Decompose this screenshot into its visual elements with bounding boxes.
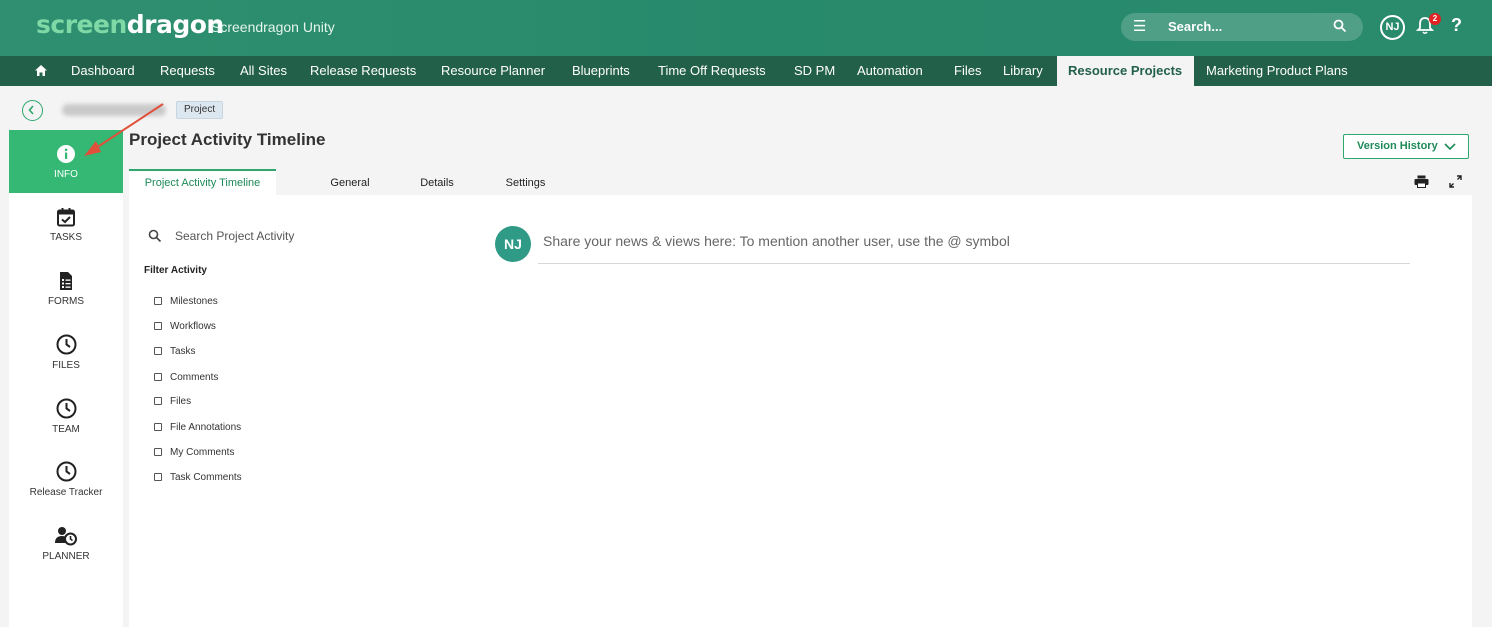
tab-bar: Project Activity Timeline General Detail… <box>129 169 1472 195</box>
nav-files[interactable]: Files <box>954 56 981 86</box>
sidebar-item-forms[interactable]: FORMS <box>9 271 123 307</box>
nav-dashboard[interactable]: Dashboard <box>71 56 135 86</box>
left-sidebar: INFO TASKS FORMS FILES TEAM Release Trac… <box>9 130 123 627</box>
share-news-input[interactable]: Share your news & views here: To mention… <box>538 228 1410 264</box>
help-icon[interactable]: ? <box>1451 15 1462 36</box>
version-history-button[interactable]: Version History <box>1343 134 1469 159</box>
breadcrumb-type-tag: Project <box>176 101 224 119</box>
sidebar-item-team[interactable]: TEAM <box>9 398 123 435</box>
nav-requests[interactable]: Requests <box>160 56 215 86</box>
sidebar-item-files[interactable]: FILES <box>9 334 123 371</box>
sidebar-item-release-tracker[interactable]: Release Tracker <box>9 461 123 498</box>
calendar-check-icon <box>57 208 75 227</box>
nav-automation[interactable]: Automation <box>857 56 923 86</box>
chevron-down-icon <box>1444 143 1456 151</box>
clock-icon <box>56 398 76 419</box>
nav-time-off-requests[interactable]: Time Off Requests <box>658 56 766 86</box>
screendragon-logo[interactable]: screendragon <box>36 10 224 39</box>
user-clock-icon <box>55 527 77 546</box>
sidebar-item-label: TASKS <box>49 232 83 243</box>
nav-resource-planner[interactable]: Resource Planner <box>441 56 545 86</box>
search-icon[interactable] <box>1333 19 1347 33</box>
filter-activity-title: Filter Activity <box>144 265 207 276</box>
home-icon[interactable] <box>34 64 48 77</box>
sidebar-item-label: FILES <box>52 360 80 371</box>
sidebar-item-planner[interactable]: PLANNER <box>9 526 123 562</box>
nav-release-requests[interactable]: Release Requests <box>310 56 416 86</box>
nav-marketing-product-plans[interactable]: Marketing Product Plans <box>1206 56 1348 86</box>
nav-sd-pm[interactable]: SD PM <box>794 56 835 86</box>
checkbox[interactable] <box>154 423 162 431</box>
sidebar-item-label: PLANNER <box>42 551 90 562</box>
filter-label: Workflows <box>170 321 216 332</box>
checkbox[interactable] <box>154 322 162 330</box>
checkbox[interactable] <box>154 473 162 481</box>
chevron-left-icon <box>28 105 34 115</box>
filter-label: Tasks <box>170 346 196 357</box>
tab-project-activity-timeline[interactable]: Project Activity Timeline <box>129 169 276 195</box>
print-icon[interactable] <box>1414 175 1429 188</box>
nav-library[interactable]: Library <box>1003 56 1043 86</box>
post-author-avatar: NJ <box>495 226 531 262</box>
main-nav: Dashboard Requests All Sites Release Req… <box>0 56 1492 86</box>
info-icon <box>57 145 75 163</box>
sidebar-item-label: TEAM <box>52 424 80 435</box>
sidebar-item-label: FORMS <box>47 296 85 307</box>
nav-resource-projects[interactable]: Resource Projects <box>1057 56 1194 86</box>
tab-settings[interactable]: Settings <box>494 169 557 195</box>
search-activity-input[interactable]: Search Project Activity <box>175 229 294 243</box>
sidebar-item-info[interactable]: INFO <box>9 130 123 193</box>
sidebar-item-label: INFO <box>54 169 78 180</box>
user-avatar[interactable]: NJ <box>1380 15 1405 40</box>
tab-details[interactable]: Details <box>407 169 467 195</box>
expand-icon[interactable] <box>1449 175 1462 188</box>
filter-label: Task Comments <box>170 472 242 483</box>
nav-all-sites[interactable]: All Sites <box>240 56 287 86</box>
search-input[interactable]: Search... <box>1168 19 1222 34</box>
search-icon <box>148 229 162 243</box>
filter-label: File Annotations <box>170 422 242 433</box>
form-icon <box>60 272 72 290</box>
filter-label: Comments <box>170 372 219 383</box>
tab-general[interactable]: General <box>317 169 383 195</box>
filter-label: Files <box>170 396 192 407</box>
back-button[interactable] <box>22 100 43 121</box>
clock-icon <box>56 461 76 482</box>
notification-badge: 2 <box>1429 13 1441 25</box>
checkbox[interactable] <box>154 347 162 355</box>
app-name: Screendragon Unity <box>211 19 335 35</box>
sidebar-item-tasks[interactable]: TASKS <box>9 207 123 243</box>
breadcrumb-project-name[interactable] <box>62 104 166 116</box>
checkbox[interactable] <box>154 448 162 456</box>
menu-icon[interactable]: ☰ <box>1133 19 1146 35</box>
filter-label: Milestones <box>170 296 218 307</box>
sidebar-item-label: Release Tracker <box>29 487 103 498</box>
global-search[interactable]: ☰ Search... <box>1121 13 1363 41</box>
page-title: Project Activity Timeline <box>129 130 326 149</box>
filter-label: My Comments <box>170 447 235 458</box>
app-header: screendragon Screendragon Unity ☰ Search… <box>0 0 1492 56</box>
checkbox[interactable] <box>154 397 162 405</box>
checkbox[interactable] <box>154 297 162 305</box>
checkbox[interactable] <box>154 373 162 381</box>
version-history-label: Version History <box>1357 140 1438 152</box>
nav-blueprints[interactable]: Blueprints <box>572 56 630 86</box>
clock-icon <box>56 334 76 355</box>
